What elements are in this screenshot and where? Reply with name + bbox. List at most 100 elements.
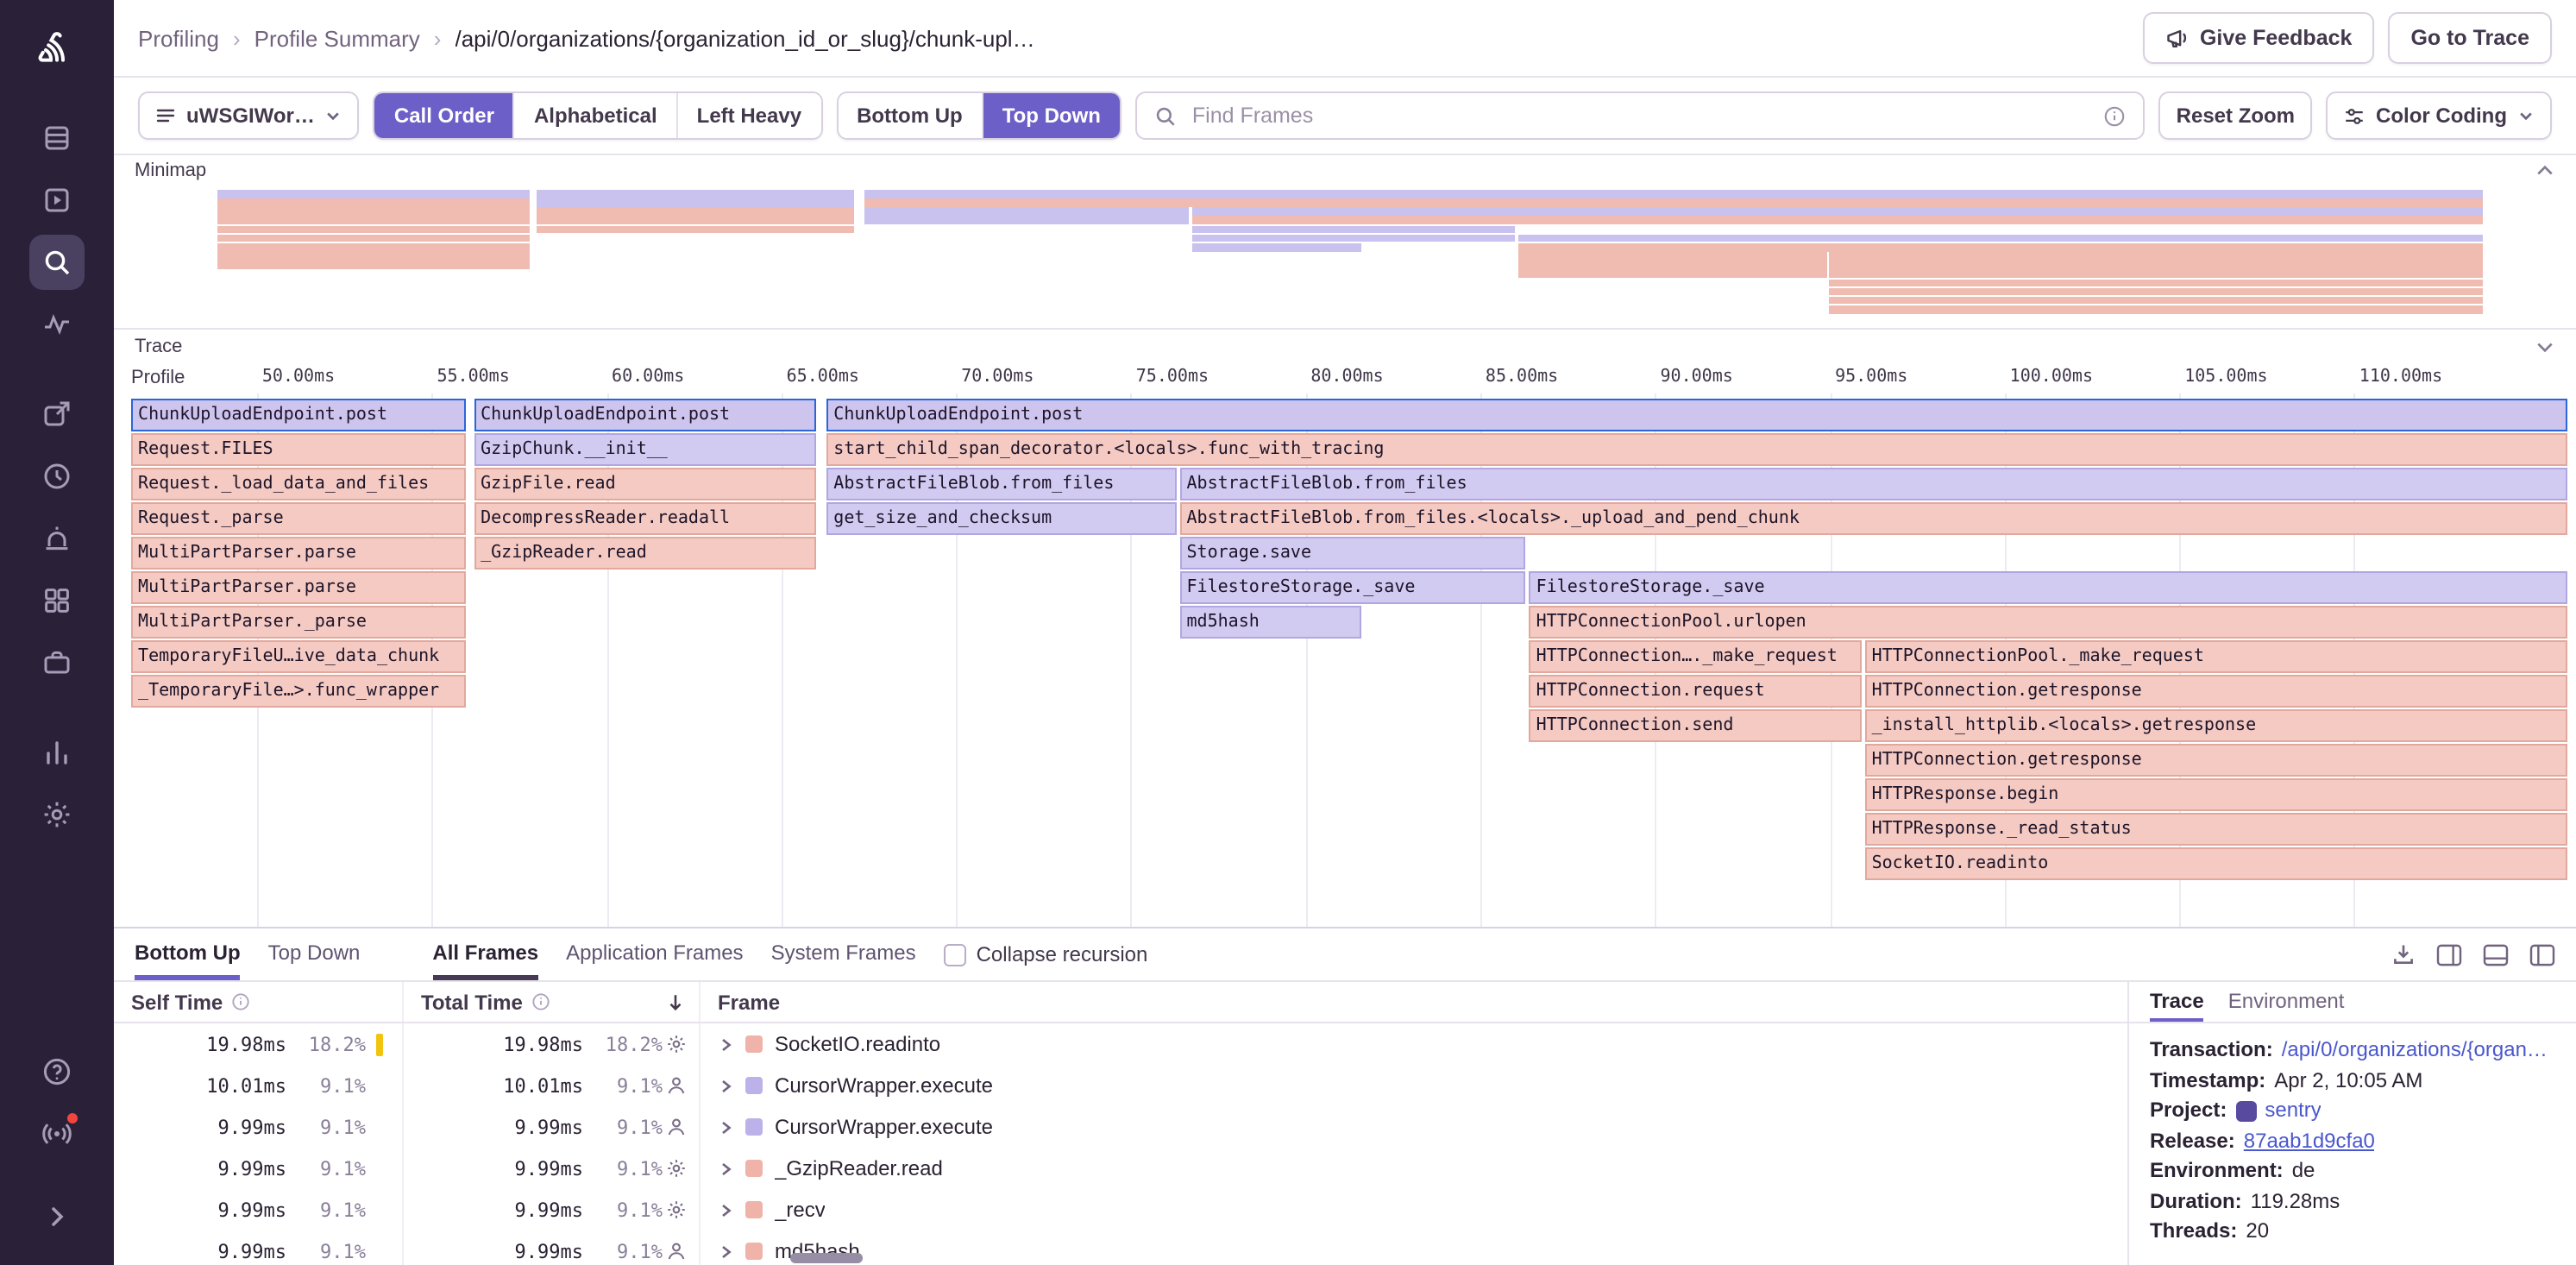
- frame-cell[interactable]: md5hash: [701, 1239, 2127, 1263]
- color-coding-dropdown[interactable]: Color Coding: [2326, 91, 2552, 140]
- expand-chevron-icon[interactable]: [718, 1161, 733, 1176]
- tab-all-frames[interactable]: All Frames: [432, 928, 538, 980]
- expand-chevron-icon[interactable]: [718, 1119, 733, 1135]
- flame-frame[interactable]: _GzipReader.read: [474, 537, 816, 570]
- flame-frame[interactable]: Request._parse: [131, 502, 467, 535]
- collapse-recursion-checkbox[interactable]: Collapse recursion: [944, 928, 1148, 980]
- download-icon[interactable]: [2391, 942, 2416, 966]
- flamegraph-canvas[interactable]: ChunkUploadEndpoint.postChunkUploadEndpo…: [128, 393, 2571, 927]
- expand-sidebar-icon[interactable]: [29, 1189, 85, 1244]
- expand-chevron-icon[interactable]: [718, 1202, 733, 1218]
- collapse-trace-icon[interactable]: [2535, 336, 2555, 356]
- flame-frame[interactable]: FilestoreStorage._save: [1530, 571, 2567, 604]
- collapse-minimap-icon[interactable]: [2535, 160, 2555, 181]
- breadcrumb-profiling[interactable]: Profiling: [138, 25, 219, 51]
- tab-system-frames[interactable]: System Frames: [771, 928, 916, 980]
- total-time-column-header[interactable]: Total Time: [404, 982, 701, 1022]
- briefcase-icon[interactable]: [29, 635, 85, 690]
- frame-cell[interactable]: _recv: [701, 1198, 2127, 1222]
- direction-top-down-button[interactable]: Top Down: [982, 93, 1120, 138]
- go-to-trace-button[interactable]: Go to Trace: [2388, 12, 2552, 64]
- flame-frame[interactable]: HTTPConnectionPool._make_request: [1865, 640, 2567, 673]
- sentry-logo[interactable]: [26, 17, 88, 79]
- flame-frame[interactable]: ChunkUploadEndpoint.post: [826, 399, 2567, 431]
- breadcrumb-profile-summary[interactable]: Profile Summary: [254, 25, 420, 51]
- flame-frame[interactable]: _TemporaryFile…>.func_wrapper: [131, 675, 467, 708]
- find-frames-search[interactable]: [1135, 91, 2146, 140]
- layout-right-panel-icon[interactable]: [2436, 943, 2462, 966]
- broadcast-icon[interactable]: [29, 1106, 85, 1161]
- flame-frame[interactable]: get_size_and_checksum: [826, 502, 1176, 535]
- release-link[interactable]: 87aab1d9cfa0: [2244, 1126, 2375, 1156]
- flame-frame[interactable]: FilestoreStorage._save: [1180, 571, 1526, 604]
- horizontal-scrollbar-thumb[interactable]: [790, 1253, 863, 1263]
- frame-column-header[interactable]: Frame: [701, 990, 780, 1014]
- sort-left-heavy-button[interactable]: Left Heavy: [676, 93, 820, 138]
- flame-frame[interactable]: HTTPResponse.begin: [1865, 778, 2567, 811]
- flame-frame[interactable]: start_child_span_decorator.<locals>.func…: [826, 433, 2567, 466]
- frame-cell[interactable]: _GzipReader.read: [701, 1156, 2127, 1180]
- help-icon[interactable]: [29, 1044, 85, 1099]
- alerts-icon[interactable]: [29, 511, 85, 566]
- flame-frame[interactable]: ChunkUploadEndpoint.post: [474, 399, 816, 431]
- bottom-table-row[interactable]: 9.99ms9.1%9.99ms9.1%_GzipReader.read: [114, 1148, 2127, 1189]
- flame-frame[interactable]: HTTPConnection.request: [1530, 675, 1862, 708]
- tab-environment[interactable]: Environment: [2228, 982, 2345, 1022]
- expand-chevron-icon[interactable]: [718, 1243, 733, 1259]
- tab-application-frames[interactable]: Application Frames: [566, 928, 743, 980]
- crons-icon[interactable]: [29, 449, 85, 504]
- bottom-table-row[interactable]: 9.99ms9.1%9.99ms9.1%CursorWrapper.execut…: [114, 1106, 2127, 1148]
- flame-frame[interactable]: Request.FILES: [131, 433, 467, 466]
- bottom-table-row[interactable]: 9.99ms9.1%9.99ms9.1%md5hash: [114, 1230, 2127, 1265]
- direction-bottom-up-button[interactable]: Bottom Up: [838, 93, 982, 138]
- reset-zoom-button[interactable]: Reset Zoom: [2159, 91, 2312, 140]
- projects-icon[interactable]: [29, 173, 85, 228]
- frame-cell[interactable]: CursorWrapper.execute: [701, 1073, 2127, 1098]
- tab-top-down[interactable]: Top Down: [268, 928, 361, 980]
- flame-frame[interactable]: AbstractFileBlob.from_files: [1180, 468, 2567, 500]
- bottom-table-row[interactable]: 10.01ms9.1%10.01ms9.1%CursorWrapper.exec…: [114, 1065, 2127, 1106]
- dashboards-icon[interactable]: [29, 573, 85, 628]
- project-link[interactable]: sentry: [2265, 1096, 2321, 1126]
- flame-frame[interactable]: HTTPResponse._read_status: [1865, 813, 2567, 846]
- tab-trace[interactable]: Trace: [2150, 982, 2204, 1022]
- info-icon[interactable]: [2104, 104, 2127, 127]
- flame-frame[interactable]: md5hash: [1180, 606, 1362, 639]
- search-input[interactable]: [1189, 102, 2092, 129]
- frame-cell[interactable]: CursorWrapper.execute: [701, 1115, 2127, 1139]
- bottom-table-row[interactable]: 19.98ms18.2%19.98ms18.2%SocketIO.readint…: [114, 1023, 2127, 1065]
- thread-selector-dropdown[interactable]: uWSGIWor…: [138, 91, 360, 140]
- tab-bottom-up[interactable]: Bottom Up: [135, 928, 241, 980]
- flame-frame[interactable]: DecompressReader.readall: [474, 502, 816, 535]
- flame-frame[interactable]: ChunkUploadEndpoint.post: [131, 399, 467, 431]
- releases-icon[interactable]: [29, 387, 85, 442]
- self-time-column-header[interactable]: Self Time: [114, 982, 404, 1022]
- flame-frame[interactable]: GzipFile.read: [474, 468, 816, 500]
- flame-frame[interactable]: HTTPConnection…._make_request: [1530, 640, 1862, 673]
- flame-frame[interactable]: MultiPartParser.parse: [131, 571, 467, 604]
- flame-frame[interactable]: GzipChunk.__init__: [474, 433, 816, 466]
- bottom-table-row[interactable]: 9.99ms9.1%9.99ms9.1%_recv: [114, 1189, 2127, 1230]
- layout-left-panel-icon[interactable]: [2529, 943, 2555, 966]
- flame-frame[interactable]: MultiPartParser._parse: [131, 606, 467, 639]
- flame-frame[interactable]: Storage.save: [1180, 537, 1526, 570]
- flame-frame[interactable]: _install_httplib.<locals>.getresponse: [1865, 709, 2567, 742]
- expand-chevron-icon[interactable]: [718, 1036, 733, 1052]
- settings-icon[interactable]: [29, 787, 85, 842]
- stats-icon[interactable]: [29, 725, 85, 780]
- checkbox[interactable]: [944, 943, 966, 966]
- minimap-canvas[interactable]: [214, 190, 2486, 314]
- flame-frame[interactable]: Request._load_data_and_files: [131, 468, 467, 500]
- performance-icon[interactable]: [29, 297, 85, 352]
- transaction-link[interactable]: /api/0/organizations/{organ…: [2282, 1035, 2548, 1066]
- flame-frame[interactable]: HTTPConnection.send: [1530, 709, 1862, 742]
- sort-alphabetical-button[interactable]: Alphabetical: [513, 93, 676, 138]
- flame-frame[interactable]: HTTPConnection.getresponse: [1865, 744, 2567, 777]
- flame-frame[interactable]: AbstractFileBlob.from_files.<locals>._up…: [1180, 502, 2567, 535]
- explore-search-icon[interactable]: [29, 235, 85, 290]
- flame-frame[interactable]: HTTPConnection.getresponse: [1865, 675, 2567, 708]
- flame-frame[interactable]: HTTPConnectionPool.urlopen: [1530, 606, 2567, 639]
- layout-bottom-panel-icon[interactable]: [2483, 943, 2509, 966]
- flame-frame[interactable]: TemporaryFileU…ive_data_chunk: [131, 640, 467, 673]
- frame-cell[interactable]: SocketIO.readinto: [701, 1032, 2127, 1056]
